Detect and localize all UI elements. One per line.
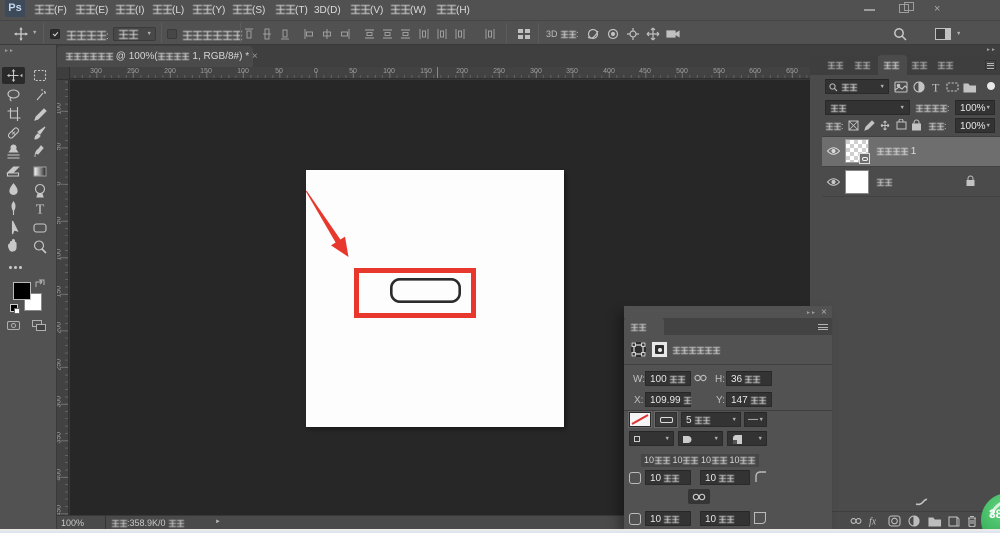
svg-text:fx: fx [869, 517, 877, 528]
svg-text:T: T [932, 81, 940, 95]
svg-text:T: T [36, 203, 45, 218]
